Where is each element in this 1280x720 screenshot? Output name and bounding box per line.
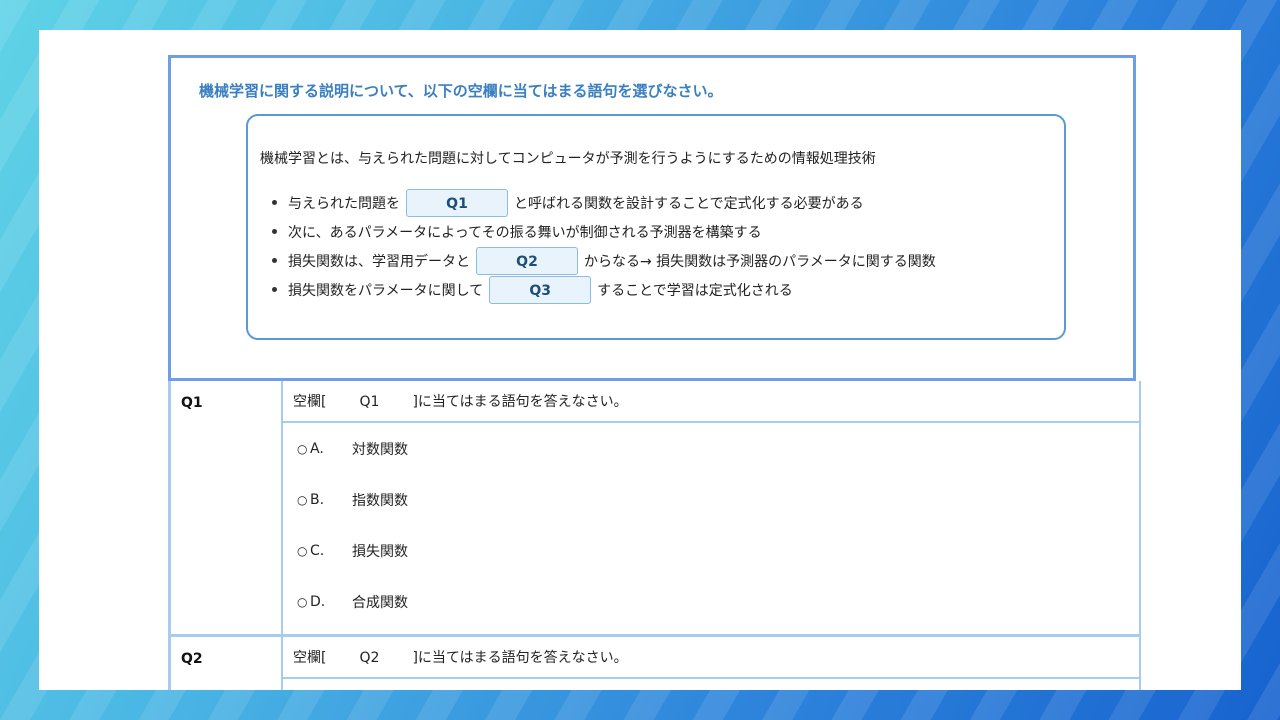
bullet-dot-icon [272, 287, 277, 292]
bullet-item: 次に、あるパラメータによってその振る舞いが制御される予測器を構築する [272, 217, 936, 246]
bullet-dot-icon [272, 229, 277, 234]
bullet-item: 与えられた問題を Q1 と呼ばれる関数を設計することで定式化する必要がある [272, 188, 936, 217]
blank-q2: Q2 [476, 246, 578, 275]
answer-option-b[interactable]: ○ B. 指数関数 [283, 474, 1139, 525]
radio-circle-icon[interactable]: ○ [297, 595, 310, 609]
prompt-prefix: 空欄[ [293, 394, 327, 410]
radio-circle-icon[interactable]: ○ [297, 544, 310, 558]
option-letter: A. [310, 440, 324, 457]
question-prompt-q2: 空欄[ Q2 ]に当てはまる語句を答えなさい。 [283, 637, 1139, 679]
option-text: 合成関数 [352, 594, 408, 611]
prompt-suffix: ]に当てはまる語句を答えなさい。 [412, 394, 628, 410]
question-label-q1: Q1 [168, 381, 283, 636]
bullet-text: 次に、あるパラメータによってその振る舞いが制御される予測器を構築する [288, 224, 762, 241]
prompt-suffix: ]に当てはまる語句を答えなさい。 [412, 650, 628, 666]
description-box: 機械学習とは、与えられた問題に対してコンピュータが予測を行うようにするための情報… [246, 114, 1066, 340]
answer-option-a[interactable]: ○ A. 対数関数 [283, 423, 1139, 474]
quiz-page: 機械学習に関する説明について、以下の空欄に当てはまる語句を選びなさい。 機械学習… [39, 30, 1241, 690]
question-label-q2: Q2 [168, 637, 283, 690]
description-summary: 機械学習とは、与えられた問題に対してコンピュータが予測を行うようにするための情報… [260, 151, 876, 167]
question-prompt-q1: 空欄[ Q1 ]に当てはまる語句を答えなさい。 [283, 381, 1139, 423]
prompt-blank: Q2 [359, 650, 380, 666]
question-row-q1: Q1 空欄[ Q1 ]に当てはまる語句を答えなさい。 ○ A. 対数関数 ○ B. … [168, 381, 1141, 636]
radio-circle-icon[interactable]: ○ [297, 493, 310, 507]
bullet-text: することで学習は定式化される [597, 282, 793, 299]
description-bullets: 与えられた問題を Q1 と呼ばれる関数を設計することで定式化する必要がある 次に… [272, 188, 936, 304]
bullet-text: 損失関数は、学習用データと [288, 253, 470, 270]
option-letter: D. [310, 593, 326, 610]
question-panel: 機械学習に関する説明について、以下の空欄に当てはまる語句を選びなさい。 機械学習… [168, 55, 1136, 381]
bullet-text: からなる→ 損失関数は予測器のパラメータに関する関数 [584, 253, 936, 270]
bullet-dot-icon [272, 258, 277, 263]
blank-q1: Q1 [406, 188, 508, 217]
bullet-text: 損失関数をパラメータに関して [288, 282, 484, 299]
answer-option-c[interactable]: ○ C. 損失関数 [283, 525, 1139, 576]
prompt-blank: Q1 [359, 394, 380, 410]
bullet-text: 与えられた問題を [288, 195, 400, 212]
bullet-dot-icon [272, 200, 277, 205]
option-text: 損失関数 [352, 543, 408, 560]
bullet-item: 損失関数は、学習用データと Q2 からなる→ 損失関数は予測器のパラメータに関す… [272, 246, 936, 275]
blank-q3: Q3 [489, 275, 592, 304]
prompt-prefix: 空欄[ [293, 650, 327, 666]
answer-option-d[interactable]: ○ D. 合成関数 [283, 576, 1139, 627]
radio-circle-icon[interactable]: ○ [297, 442, 310, 456]
option-letter: C. [310, 542, 325, 559]
question-body-q2: 空欄[ Q2 ]に当てはまる語句を答えなさい。 [283, 637, 1141, 690]
question-body-q1: 空欄[ Q1 ]に当てはまる語句を答えなさい。 ○ A. 対数関数 ○ B. 指数関… [283, 381, 1141, 636]
question-instruction: 機械学習に関する説明について、以下の空欄に当てはまる語句を選びなさい。 [199, 82, 723, 100]
question-row-q2: Q2 空欄[ Q2 ]に当てはまる語句を答えなさい。 [168, 637, 1141, 690]
option-text: 対数関数 [352, 441, 408, 458]
bullet-item: 損失関数をパラメータに関して Q3 することで学習は定式化される [272, 275, 936, 304]
option-letter: B. [310, 491, 325, 508]
option-text: 指数関数 [352, 492, 408, 509]
bullet-text: と呼ばれる関数を設計することで定式化する必要がある [514, 195, 864, 212]
